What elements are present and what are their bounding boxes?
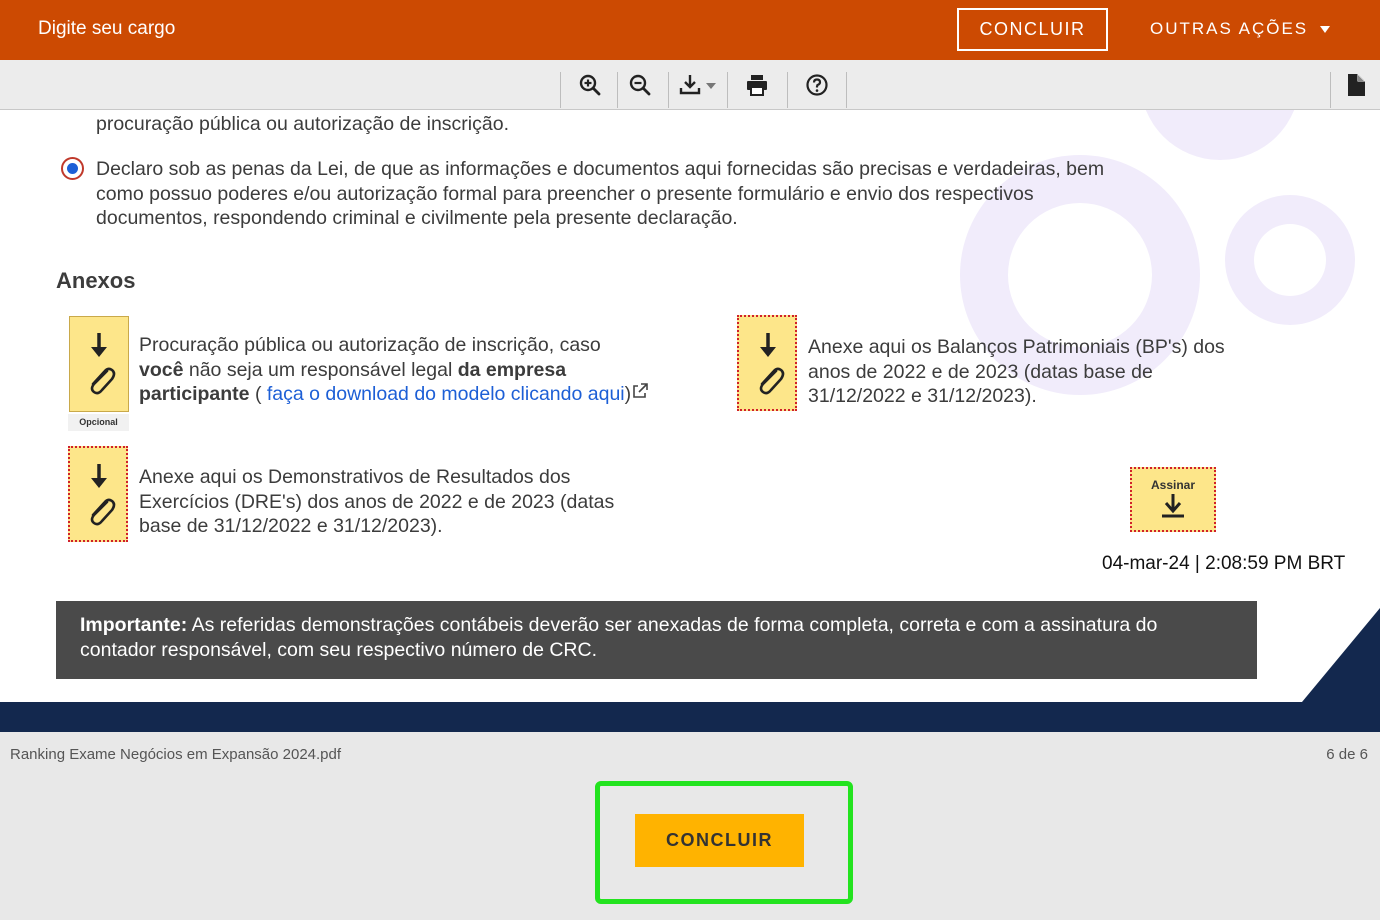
declaration-text: Declaro sob as penas da Lei, de que as i… (96, 157, 1104, 231)
concluir-button-bottom[interactable]: CONCLUIR (635, 814, 804, 867)
download-model-link[interactable]: faça o download do modelo clicando aqui (267, 383, 625, 405)
attachment1-line1: Procuração pública ou autorização de ins… (139, 334, 601, 356)
text: não seja um responsável legal (183, 358, 458, 381)
optional-badge: Opcional (68, 414, 129, 431)
important-notice: Importante: As referidas demonstrações c… (56, 601, 1257, 679)
declaration-radio[interactable] (61, 157, 84, 180)
declaration-line: documentos, respondendo criminal e civil… (96, 207, 738, 229)
bold-text: participante (139, 383, 250, 405)
job-title-input[interactable]: Digite seu cargo (38, 18, 175, 40)
pdf-toolbar (0, 60, 1380, 110)
outras-acoes-label: OUTRAS AÇÕES (1150, 19, 1309, 38)
continued-text: procuração pública ou autorização de ins… (96, 113, 509, 135)
declaration-line: Declaro sob as penas da Lei, de que as i… (96, 158, 1105, 180)
important-label: Importante: (80, 614, 188, 636)
download-arrow-icon (91, 333, 107, 357)
download-arrow-icon (91, 464, 107, 488)
navy-band (0, 702, 1380, 732)
attachment2-line: Anexe aqui os Balanços Patrimoniais (BP'… (808, 336, 1225, 358)
toolbar-divider (1330, 72, 1331, 108)
top-bar: Digite seu cargo CONCLUIR OUTRAS AÇÕES (0, 0, 1380, 60)
assinar-button[interactable]: Assinar (1130, 467, 1216, 532)
attachment3-line: Anexe aqui os Demonstrativos de Resultad… (139, 466, 571, 488)
important-text: As referidas demonstrações contábeis dev… (187, 614, 1158, 636)
concluir-button-top[interactable]: CONCLUIR (957, 8, 1108, 51)
download-arrow-icon (760, 333, 776, 357)
attachment2-text: Anexe aqui os Balanços Patrimoniais (BP'… (808, 335, 1225, 409)
attach-dre-button[interactable] (68, 446, 128, 542)
pdf-filename: Ranking Exame Negócios em Expansão 2024.… (10, 746, 342, 763)
attachment3-text: Anexe aqui os Demonstrativos de Resultad… (139, 465, 614, 539)
attachment3-line: base de 31/12/2022 e 31/12/2023). (139, 515, 443, 537)
paperclip-icon (759, 367, 785, 395)
anexos-heading: Anexos (56, 268, 136, 293)
zoom-out-icon[interactable] (625, 71, 655, 99)
text: ( (249, 383, 267, 405)
toolbar-divider (668, 72, 669, 108)
toolbar-divider (787, 72, 788, 108)
navy-decoration (1302, 608, 1380, 702)
paperclip-icon (90, 367, 116, 395)
toolbar-divider (617, 72, 618, 108)
download-icon[interactable] (678, 71, 720, 99)
toolbar-divider (560, 72, 561, 108)
bold-text: você (139, 358, 184, 381)
zoom-in-icon[interactable] (575, 71, 605, 99)
attachment2-line: anos de 2022 e de 2023 (datas base de (808, 360, 1153, 383)
attach-balancos-button[interactable] (737, 315, 797, 411)
page-count: 6 de 6 (1326, 746, 1368, 763)
pdf-page: procuração pública ou autorização de ins… (0, 110, 1380, 732)
declaration-line: como possuo poderes e/ou autorização for… (96, 182, 1034, 205)
toolbar-divider (727, 72, 728, 108)
attachment1-text: Procuração pública ou autorização de ins… (139, 333, 649, 407)
attachment1-line2: você não seja um responsável legal da em… (139, 358, 649, 383)
attach-procuracao-button[interactable] (69, 316, 129, 412)
paperclip-icon (90, 498, 116, 526)
important-line1: Importante: As referidas demonstrações c… (80, 613, 1233, 638)
attachment2-line: 31/12/2022 e 31/12/2023). (808, 385, 1037, 407)
download-icon (1162, 494, 1184, 518)
attachment1-line3: participante ( faça o download do modelo… (139, 382, 649, 407)
important-line2: contador responsável, com seu respectivo… (80, 638, 597, 661)
assinar-label: Assinar (1150, 478, 1196, 492)
attachment3-line: Exercícios (DRE's) dos anos de 2022 e de… (139, 490, 615, 513)
file-icon[interactable] (1341, 71, 1371, 99)
print-icon[interactable] (742, 71, 772, 99)
external-link-icon[interactable] (631, 382, 649, 400)
outras-acoes-menu[interactable]: OUTRAS AÇÕES (1150, 19, 1331, 39)
help-icon[interactable] (802, 71, 832, 99)
caret-down-icon (1320, 25, 1331, 33)
toolbar-divider (846, 72, 847, 108)
bold-text: da empresa (457, 358, 567, 381)
signature-timestamp: 04-mar-24 | 2:08:59 PM BRT (1102, 553, 1346, 574)
